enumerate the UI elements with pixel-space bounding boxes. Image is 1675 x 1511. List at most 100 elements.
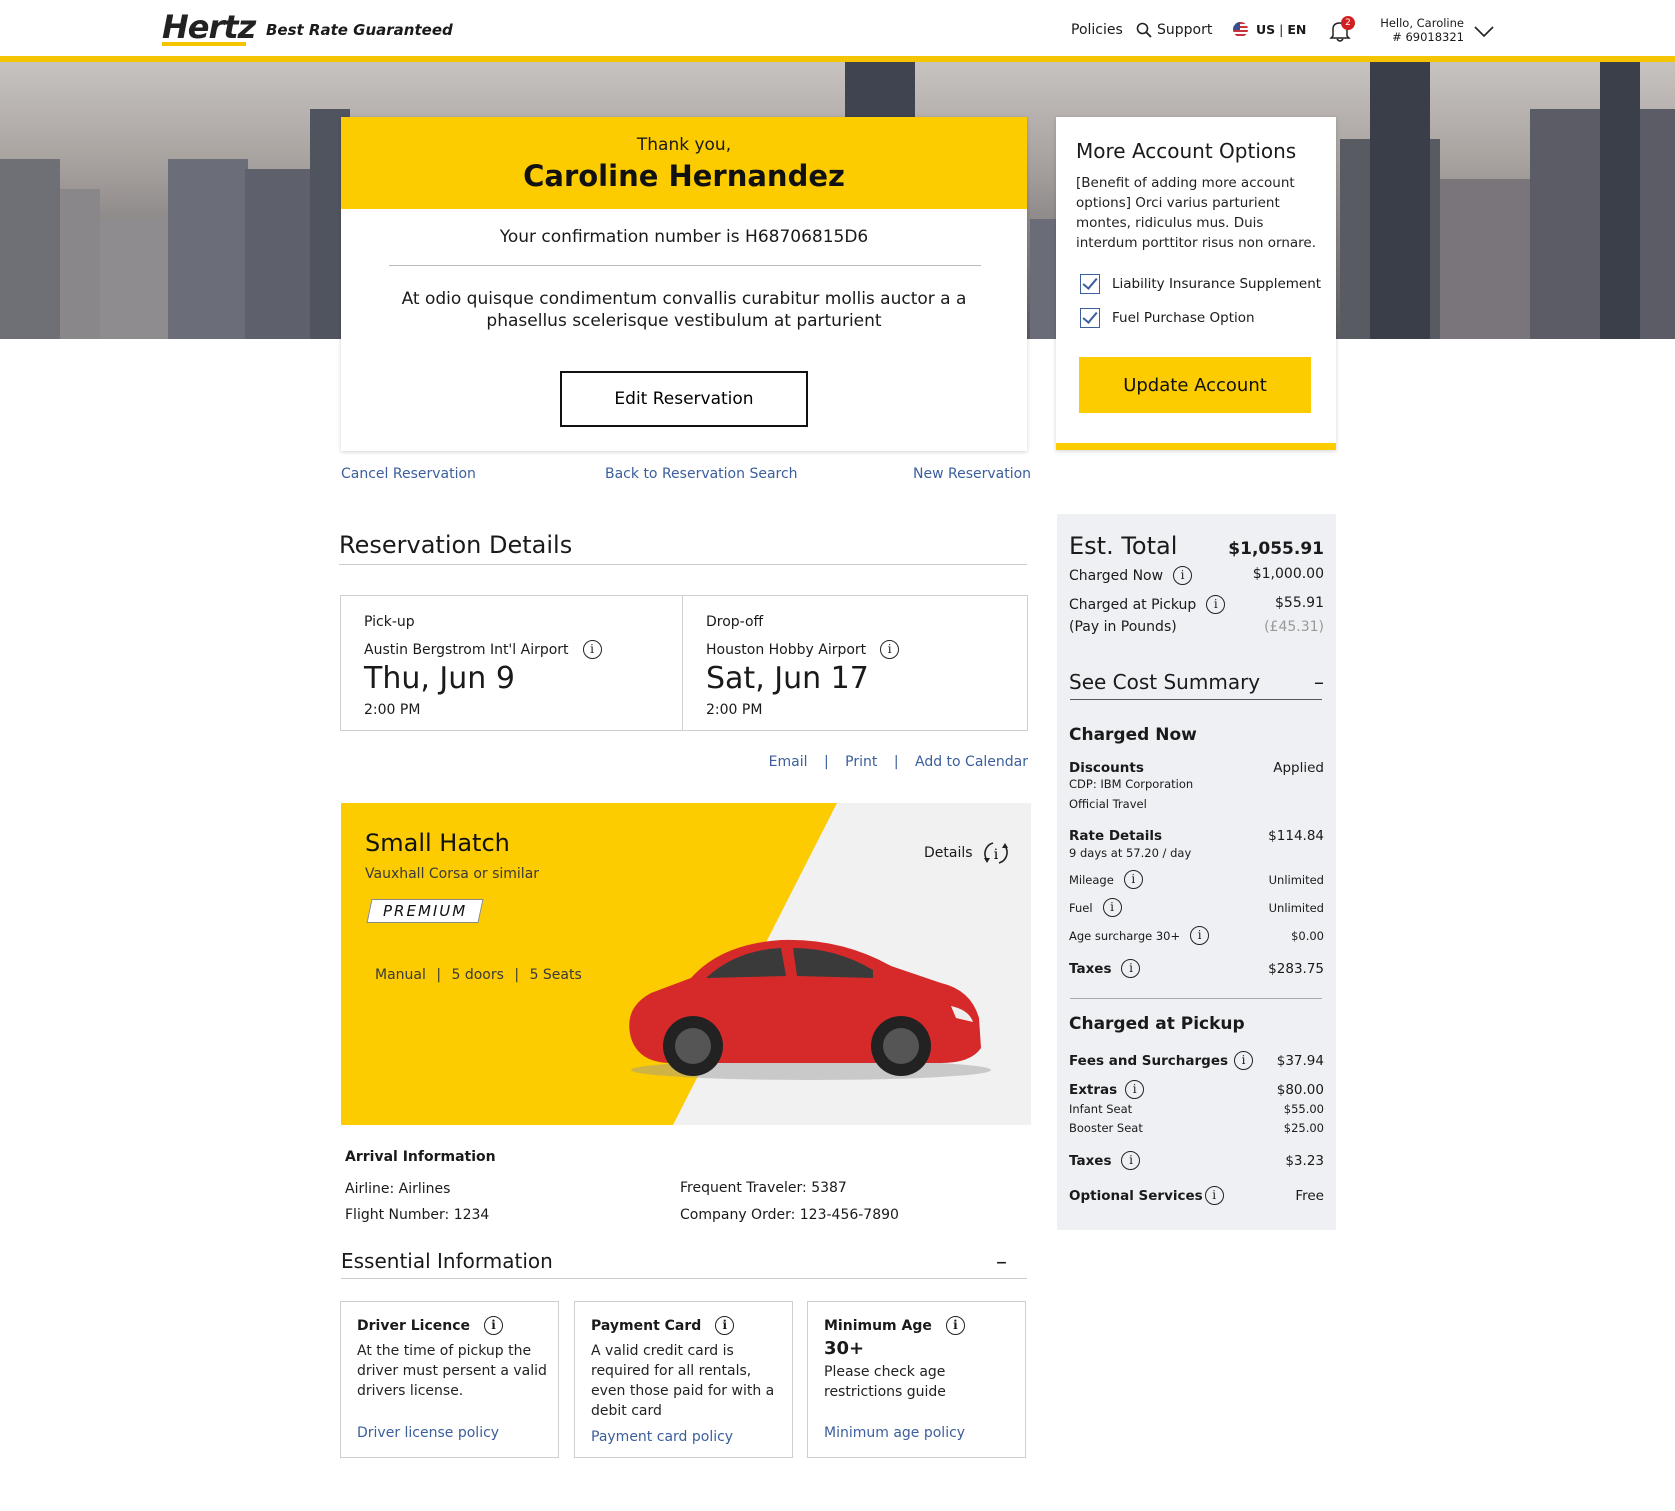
discounts-row: Discounts Applied [1069,760,1324,776]
dropoff-date: Sat, Jun 17 [706,661,869,696]
info-icon[interactable]: i [1206,595,1226,614]
notification-badge: 2 [1341,16,1355,30]
see-cost-summary-label: See Cost Summary [1069,670,1261,694]
extras-label: Extras [1069,1081,1118,1098]
driver-license-policy-link[interactable]: Driver license policy [357,1425,499,1441]
divider [339,564,1027,565]
add-to-calendar-link[interactable]: Add to Calendar [915,754,1028,770]
info-icon[interactable]: i [1125,1080,1145,1099]
fuel-value: Unlimited [1268,900,1324,915]
customer-name: Caroline Hernandez [523,159,845,193]
checkbox-checked[interactable] [1080,274,1100,294]
est-total-value: $1,055.91 [1228,539,1324,559]
dropoff-time: 2:00 PM [706,702,763,718]
collapse-minus-icon[interactable]: – [996,1250,1007,1275]
print-link[interactable]: Print [845,754,877,770]
extras-value: $80.00 [1276,1081,1324,1098]
pickup-dropoff-box: Pick-up Austin Bergstrom Int'l Airport i … [340,595,1028,731]
info-icon[interactable]: i [1204,1186,1224,1205]
divider [1070,998,1322,999]
charged-pickup-value: $55.91 [1275,595,1324,611]
new-reservation-link[interactable]: New Reservation [913,466,1031,482]
info-icon[interactable]: i [484,1316,503,1335]
update-account-button[interactable]: Update Account [1079,357,1311,413]
divider [389,265,981,266]
user-greeting[interactable]: Hello, Caroline # 69018321 [1376,16,1464,44]
info-icon[interactable]: i [945,1316,965,1335]
premium-badge: PREMIUM [366,899,484,923]
rate-value: $114.84 [1268,828,1324,844]
chevron-down-icon[interactable] [1474,26,1494,38]
info-icon[interactable]: i [582,640,602,659]
card-body: At the time of pickup the driver must pe… [357,1343,547,1399]
email-link[interactable]: Email [769,754,808,770]
info-icon[interactable]: i [1173,566,1193,585]
mileage-row: Mileage i Unlimited [1069,870,1324,889]
account-options-description: [Benefit of adding more account options]… [1076,175,1317,251]
logo-underline [162,42,246,46]
info-icon[interactable]: i [1234,1051,1254,1070]
details-toggle[interactable]: Details i [924,838,1013,868]
separator: | [436,967,442,983]
divider [1070,699,1322,700]
separator: | [893,754,899,770]
info-icon[interactable]: i [1123,870,1143,889]
info-icon[interactable]: i [1190,926,1210,945]
charged-pickup-row: Charged at Pickup i $55.91 [1069,595,1324,614]
dropoff-location: Houston Hobby Airport [706,641,867,658]
support-link[interactable]: Support [1136,22,1212,38]
confirmation-number: Your confirmation number is H68706815D6 [499,227,869,247]
info-icon[interactable]: i [715,1316,735,1335]
account-options-title: More Account Options [1076,139,1297,163]
confirmation-card: Thank you, Caroline Hernandez Your confi… [341,117,1027,451]
back-to-search-link[interactable]: Back to Reservation Search [605,466,798,482]
member-number: # 69018321 [1392,30,1464,44]
fees-row: Fees and Surcharges i $37.94 [1069,1051,1324,1070]
option-fuel[interactable]: Fuel Purchase Option [1080,308,1255,328]
confirmation-banner: Thank you, Caroline Hernandez [341,117,1027,209]
separator: | [823,754,829,770]
optional-value: Free [1295,1187,1324,1204]
flight-number: Flight Number: 1234 [345,1207,490,1223]
cancel-reservation-link[interactable]: Cancel Reservation [341,466,476,482]
confirmation-description: At odio quisque condimentum convallis cu… [401,289,967,331]
pickup-location: Austin Bergstrom Int'l Airport [364,641,569,658]
car-image [629,939,991,1080]
pickup-label: Pick-up [364,614,415,630]
company-order: Company Order: 123-456-7890 [680,1207,899,1223]
mileage-label: Mileage [1069,872,1114,887]
charged-pickup-label: Charged at Pickup [1069,596,1197,613]
info-icon[interactable]: i [1102,898,1122,917]
optional-services-row: Optional Services i Free [1069,1186,1324,1205]
support-label: Support [1157,22,1213,38]
see-cost-summary-toggle[interactable]: See Cost Summary – [1069,670,1324,694]
thank-you-text: Thank you, [636,135,732,155]
info-icon[interactable]: i [880,640,900,659]
spec-seats: 5 Seats [529,967,582,983]
svg-text:i: i [993,847,998,863]
mileage-value: Unlimited [1268,872,1324,887]
info-icon[interactable]: i [1121,959,1141,978]
tagline: Best Rate Guaranteed [266,21,453,39]
option-label: Liability Insurance Supplement [1112,276,1322,292]
charged-now-value: $1,000.00 [1252,566,1324,582]
edit-reservation-button[interactable]: Edit Reservation [560,371,808,427]
age-surcharge-row: Age surcharge 30+ i $0.00 [1069,926,1324,945]
infant-label: Infant Seat [1069,1102,1133,1116]
option-liability[interactable]: Liability Insurance Supplement [1080,274,1321,294]
card-title: Driver Licence [357,1317,470,1334]
booster-value: $25.00 [1283,1121,1324,1135]
collapse-minus-icon[interactable]: – [1314,670,1324,694]
payment-card-policy-link[interactable]: Payment card policy [591,1429,733,1445]
minimum-age-policy-link[interactable]: Minimum age policy [824,1425,965,1441]
locale-selector[interactable]: US | EN [1233,22,1306,37]
age-label: Age surcharge 30+ [1069,928,1181,943]
taxes-value: $3.23 [1285,1152,1324,1169]
hertz-logo[interactable]: Hertz [162,8,256,46]
policies-link[interactable]: Policies [1071,22,1123,38]
spec-doors: 5 doors [451,967,504,983]
checkbox-checked[interactable] [1080,308,1100,328]
info-icon[interactable]: i [1121,1151,1141,1170]
notifications-button[interactable]: 2 [1327,16,1357,46]
vehicle-model: Vauxhall Corsa or similar [365,866,540,882]
